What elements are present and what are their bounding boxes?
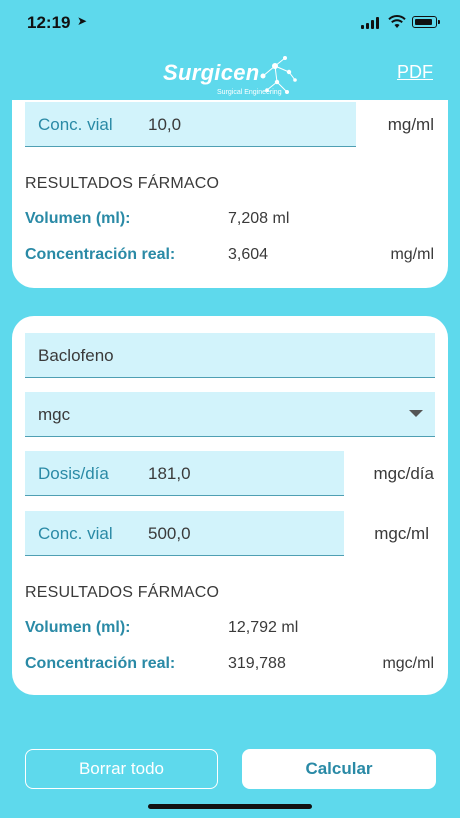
calculate-button[interactable]: Calcular (242, 749, 436, 789)
conc-vial-field-2[interactable]: Conc. vial 500,0 (25, 511, 344, 556)
conc-vial-value: 10,0 (148, 115, 182, 134)
results-title: RESULTADOS FÁRMACO (25, 175, 220, 192)
conc-vial-label: Conc. vial (38, 115, 113, 134)
real-conc-unit: mg/ml (390, 246, 434, 263)
location-icon: ➤ (77, 14, 88, 28)
real-conc-value: 319,788 (228, 655, 286, 672)
wifi-icon (388, 15, 406, 28)
drug-card-2: Baclofeno mgc Dosis/día 181,0 mgc/día Co… (12, 316, 448, 695)
status-time: 12:19 (27, 13, 71, 32)
battery-icon (412, 16, 440, 28)
pdf-link[interactable]: PDF (397, 62, 433, 83)
clear-all-button[interactable]: Borrar todo (25, 749, 218, 789)
dose-field[interactable]: Dosis/día 181,0 (25, 451, 344, 496)
unit-select[interactable]: mgc (25, 392, 435, 437)
volume-label: Volumen (ml): (25, 210, 131, 227)
status-bar: 12:19 ➤ (0, 0, 460, 44)
real-conc-unit: mgc/ml (382, 655, 434, 672)
conc-vial-value: 500,0 (148, 524, 191, 543)
real-conc-label: Concentración real: (25, 655, 176, 672)
volume-value: 7,208 ml (228, 210, 290, 227)
conc-vial-unit: mgc/ml (374, 524, 429, 543)
logo-text: Surgicen (163, 60, 260, 85)
volume-label: Volumen (ml): (25, 619, 131, 636)
drug-name-value: Baclofeno (38, 346, 114, 365)
signal-icon (361, 17, 383, 29)
volume-value: 12,792 ml (228, 619, 299, 636)
real-conc-label: Concentración real: (25, 246, 176, 263)
dose-value: 181,0 (148, 464, 191, 483)
drug-name-field[interactable]: Baclofeno (25, 333, 435, 378)
conc-vial-field-1[interactable]: Conc. vial 10,0 (25, 102, 356, 147)
conc-vial-unit: mg/ml (387, 115, 434, 134)
dropdown-chevron-icon[interactable] (409, 410, 423, 417)
dose-label: Dosis/día (38, 464, 109, 483)
surgicen-logo: Surgicen Surgical Engineering (163, 56, 303, 100)
home-indicator (148, 804, 312, 809)
unit-select-value: mgc (38, 405, 71, 424)
app-header: Surgicen Surgical Engineering PDF (0, 44, 460, 104)
drug-card-1: Conc. vial 10,0 mg/ml RESULTADOS FÁRMACO… (12, 100, 448, 288)
molecule-icon (260, 56, 297, 94)
results-title: RESULTADOS FÁRMACO (25, 584, 220, 601)
conc-vial-label: Conc. vial (38, 524, 113, 543)
dose-unit: mgc/día (373, 464, 434, 483)
real-conc-value: 3,604 (228, 246, 269, 263)
